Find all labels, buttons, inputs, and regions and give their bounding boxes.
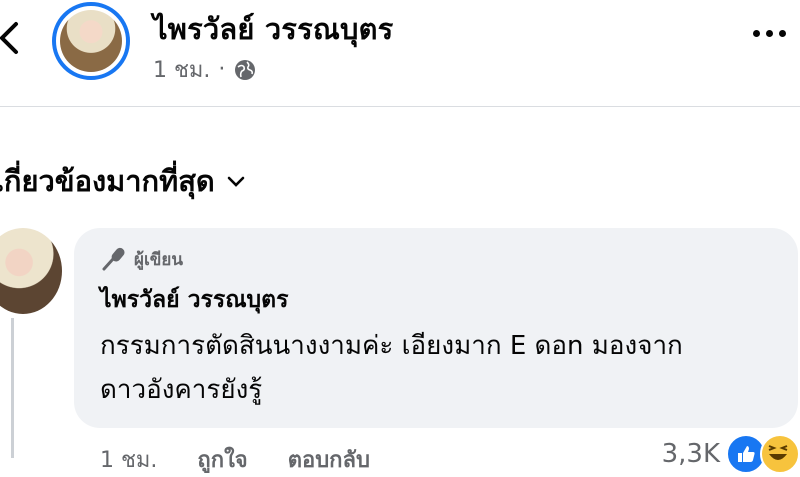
filter-label: เกี่ยวข้องมากที่สุด (0, 164, 215, 198)
comment-filter-dropdown[interactable]: เกี่ยวข้องมากที่สุด (0, 158, 247, 204)
haha-icon (760, 434, 800, 474)
comment-time[interactable]: 1 ชม. (100, 442, 157, 477)
post-author-avatar[interactable] (52, 2, 130, 80)
reaction-summary[interactable]: 3,3K (662, 434, 800, 474)
comment-bubble: ผู้เขียน ไพรวัลย์ วรรณบุตร กรรมการตัดสิน… (74, 228, 798, 428)
divider (0, 106, 800, 107)
like-button[interactable]: ถูกใจ (197, 442, 247, 477)
more-options-button[interactable] (753, 30, 786, 37)
globe-icon (235, 59, 256, 80)
comment-author-avatar[interactable] (0, 228, 62, 314)
chevron-down-icon (227, 176, 245, 187)
thread-line (11, 318, 14, 458)
post-author-name[interactable]: ไพรวัลย์ วรรณบุตร (153, 6, 393, 52)
back-icon[interactable] (0, 18, 24, 58)
dot-icon (779, 30, 786, 37)
author-badge: ผู้เขียน (100, 242, 772, 276)
avatar-image (60, 10, 122, 72)
reaction-count: 3,3K (661, 439, 720, 469)
dot-icon (766, 30, 773, 37)
meta-separator: · (218, 57, 226, 82)
comment-author-name[interactable]: ไพรวัลย์ วรรณบุตร (100, 282, 772, 318)
microphone-icon (102, 247, 125, 271)
comment-text-line: ดาวอังคารยังรู้ (100, 375, 263, 405)
author-badge-label: ผู้เขียน (134, 249, 183, 270)
comment-text-line: กรรมการตัดสินนางงามค่ะ เอียงมาก E ดอn มอ… (100, 331, 683, 361)
comment-actions: 1 ชม. ถูกใจ ตอบกลับ (100, 442, 410, 477)
comment-text: กรรมการตัดสินนางงามค่ะ เอียงมาก E ดอn มอ… (100, 324, 772, 412)
post-meta: 1 ชม. · (153, 52, 257, 87)
reply-button[interactable]: ตอบกลับ (288, 442, 370, 477)
dot-icon (753, 30, 760, 37)
post-time[interactable]: 1 ชม. (153, 52, 210, 87)
